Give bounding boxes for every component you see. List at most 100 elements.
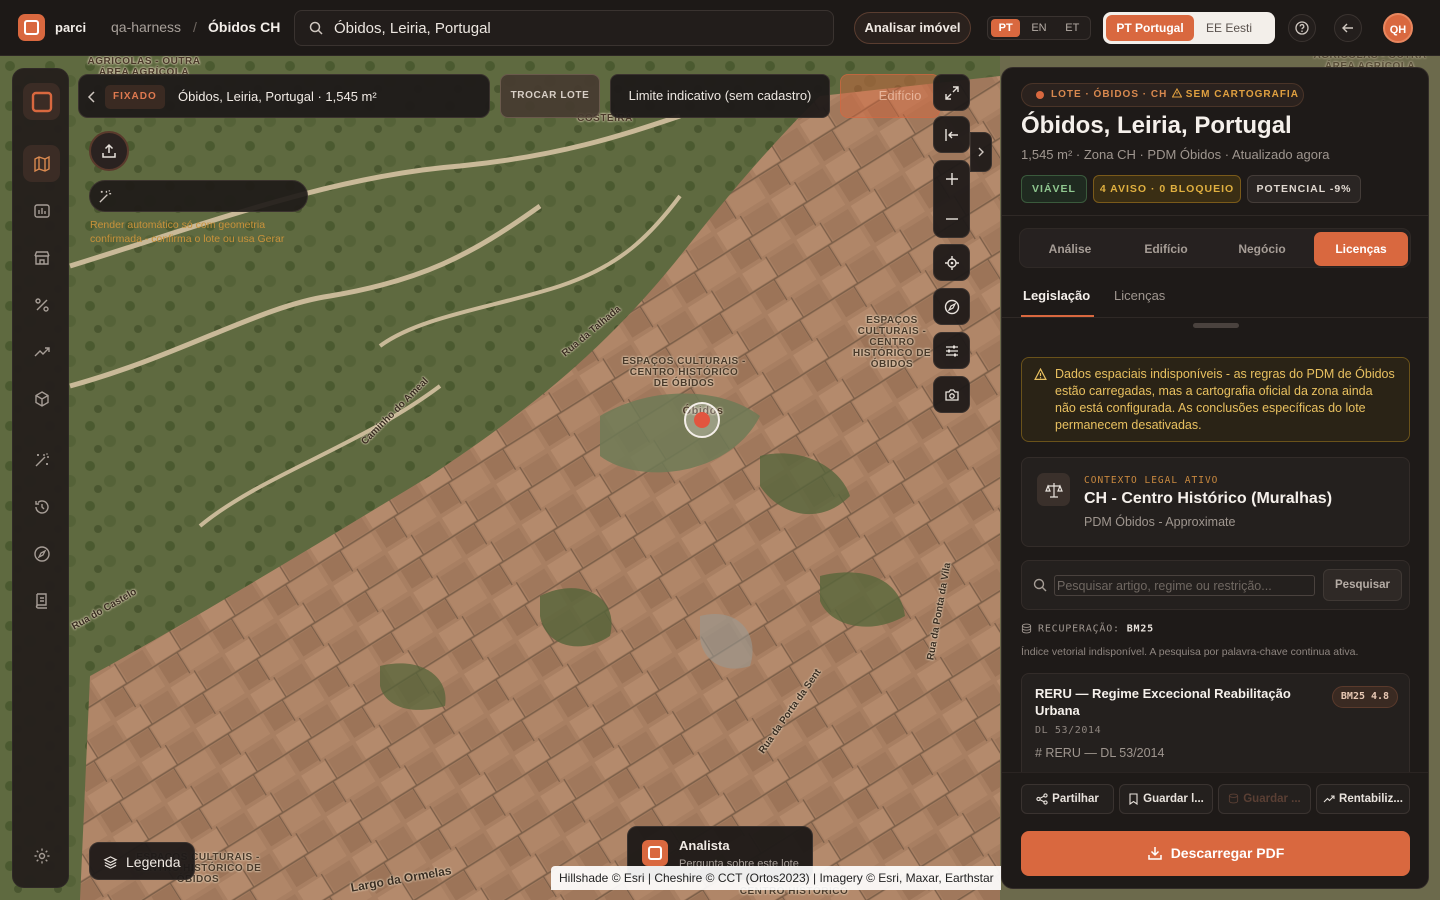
address-search[interactable]: Óbidos, Leiria, Portugal [294, 10, 834, 46]
chevron-right-icon [978, 147, 984, 157]
save-analysis-label: Guardar ... [1243, 793, 1301, 805]
rail-percent[interactable] [23, 286, 60, 323]
search-button[interactable]: Pesquisar [1323, 569, 1402, 601]
rail-home[interactable] [23, 83, 60, 120]
tab-licencas[interactable]: Licenças [1314, 232, 1408, 266]
save-lot-button[interactable]: Guardar l... [1119, 784, 1213, 814]
fullscreen-button[interactable] [933, 74, 970, 111]
collapse-panel-button[interactable] [933, 116, 970, 153]
auto-render-bar[interactable] [89, 180, 308, 212]
database-icon [1229, 794, 1239, 804]
warning-icon [1171, 87, 1183, 98]
retrieval-mode: RECUPERAÇÃO: BM25 [1021, 623, 1154, 635]
indicative-limit-toggle[interactable]: Limite indicativo (sem cadastro) [610, 74, 830, 118]
status-badge-warnings[interactable]: 4 AVISO · 0 BLOQUEIO [1093, 175, 1241, 203]
rail-documents[interactable] [23, 582, 60, 619]
panel-toggle-tab[interactable] [970, 132, 992, 172]
rail-dashboard[interactable] [23, 192, 60, 229]
rail-store[interactable] [23, 239, 60, 276]
lang-et[interactable]: ET [1058, 19, 1087, 37]
analyst-logo-icon [642, 840, 668, 866]
breadcrumb-project[interactable]: qa-harness [111, 19, 181, 35]
locate-button[interactable] [933, 244, 970, 281]
warning-icon [1034, 368, 1047, 380]
app-logo[interactable] [18, 14, 45, 41]
rail-trends[interactable] [23, 333, 60, 370]
cube-icon [34, 390, 49, 407]
lot-details-panel: LOTE · ÓBIDOS · CH SEM CARTOGRAFIA Óbido… [1001, 67, 1429, 889]
rail-history[interactable] [23, 488, 60, 525]
rail-explore[interactable] [23, 535, 60, 572]
retrieval-label: RECUPERAÇÃO: [1038, 623, 1120, 635]
lot-pin[interactable] [684, 402, 720, 438]
upload-button[interactable] [89, 131, 129, 171]
building-button[interactable]: Edifício [840, 74, 940, 118]
screenshot-button[interactable] [933, 376, 970, 413]
tab-analise[interactable]: Análise [1023, 232, 1117, 266]
zoom-out-icon[interactable] [945, 212, 959, 226]
rail-settings[interactable] [23, 837, 60, 874]
building-button-label: Edifício [878, 88, 922, 103]
compass-button[interactable] [933, 288, 970, 325]
left-rail [12, 68, 69, 888]
swap-lot-button[interactable]: TROCAR LOTE [500, 74, 600, 118]
trending-up-icon [34, 346, 50, 356]
download-pdf-button[interactable]: Descarregar PDF [1021, 831, 1410, 876]
chevron-left-icon[interactable] [85, 87, 99, 107]
legal-context-title: CH - Centro Histórico (Muralhas) [1084, 490, 1333, 507]
page-title: Óbidos, Leiria, Portugal [1021, 112, 1292, 139]
lang-pt[interactable]: PT [991, 19, 1021, 37]
profitability-button[interactable]: Rentabiliz... [1316, 784, 1410, 814]
rail-map[interactable] [23, 145, 60, 182]
save-analysis-button[interactable]: Guardar ... [1218, 784, 1311, 814]
rail-3d[interactable] [23, 380, 60, 417]
subtab-licencas[interactable]: Licenças [1114, 288, 1165, 303]
tab-negocio[interactable]: Negócio [1215, 232, 1309, 266]
help-button[interactable] [1288, 14, 1316, 42]
pinned-lot-bar: FIXADO Óbidos, Leiria, Portugal · 1,545 … [78, 74, 490, 118]
map-attribution: Hillshade © Esri | Cheshire © CCT (Ortos… [551, 866, 1001, 890]
trending-up-icon [1323, 795, 1335, 803]
lang-en[interactable]: EN [1024, 19, 1053, 37]
arrow-to-left-icon [944, 128, 958, 141]
legend-button[interactable]: Legenda [89, 842, 195, 880]
analyst-title: Analista [679, 838, 730, 853]
resize-handle[interactable] [1193, 323, 1239, 328]
status-badge-potential: POTENCIAL -9% [1247, 175, 1361, 203]
breadcrumb-current: Óbidos CH [208, 19, 281, 35]
country-estonia[interactable]: EE Eesti [1194, 21, 1264, 35]
back-button[interactable] [1334, 14, 1362, 42]
legal-context-kicker: CONTEXTO LEGAL ATIVO [1084, 475, 1219, 486]
share-icon [1036, 793, 1048, 805]
user-avatar[interactable]: QH [1383, 13, 1413, 43]
lot-badge: LOTE · ÓBIDOS · CH SEM CARTOGRAFIA [1021, 83, 1304, 107]
layer-settings-button[interactable] [933, 332, 970, 369]
share-label: Partilhar [1052, 793, 1099, 805]
country-portugal[interactable]: PT Portugal [1106, 15, 1194, 41]
store-icon [33, 250, 50, 265]
zoom-in-icon[interactable] [945, 172, 959, 186]
legislation-result[interactable]: RERU — Regime Excecional Reabilitação Ur… [1021, 673, 1410, 783]
sliders-icon [945, 345, 958, 356]
crosshair-icon [944, 255, 959, 270]
divider [1002, 215, 1428, 216]
brand-name: parci [55, 20, 87, 35]
subtab-legislacao[interactable]: Legislação [1023, 288, 1090, 303]
legal-context-card: CONTEXTO LEGAL ATIVO CH - Centro Históri… [1021, 457, 1410, 547]
analyze-property-button[interactable]: Analisar imóvel [854, 12, 971, 44]
camera-icon [944, 388, 959, 401]
legislation-search-input[interactable] [1054, 575, 1315, 596]
parci-logo-icon [31, 91, 52, 112]
share-button[interactable]: Partilhar [1021, 784, 1114, 814]
layers-icon [103, 856, 118, 869]
result-score-badge: BM25 4.8 [1332, 686, 1398, 708]
result-tag: # RERU — DL 53/2014 [1035, 746, 1165, 760]
status-dot [1036, 91, 1044, 99]
magic-wand-icon [99, 189, 112, 203]
rail-generate[interactable] [23, 441, 60, 478]
retrieval-value: BM25 [1126, 623, 1154, 635]
spatial-data-alert: Dados espaciais indisponíveis - as regra… [1021, 357, 1410, 442]
top-bar: parci qa-harness / Óbidos CH Óbidos, Lei… [0, 0, 1440, 56]
zoom-controls [933, 160, 970, 238]
tab-edificio[interactable]: Edifício [1119, 232, 1213, 266]
